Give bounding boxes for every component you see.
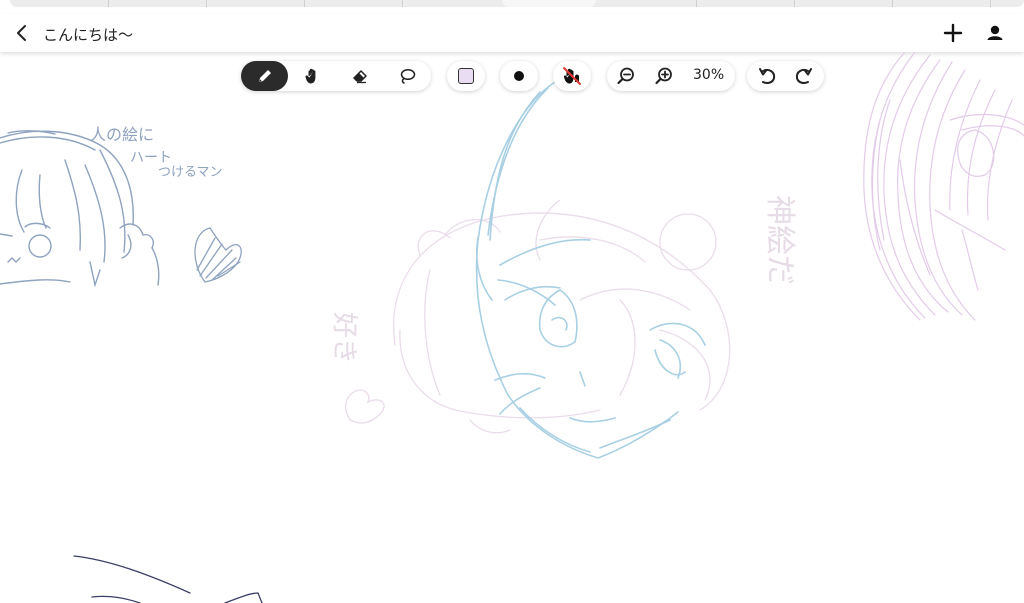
color-swatch xyxy=(458,68,474,84)
active-tab[interactable] xyxy=(502,0,596,7)
zoom-in-button[interactable] xyxy=(647,61,681,91)
tool-group xyxy=(241,61,431,91)
tab-separator xyxy=(206,0,207,7)
blue-face-sketch xyxy=(475,81,706,459)
pink-text-right: 神絵だ xyxy=(762,195,797,285)
tab-separator xyxy=(794,0,795,7)
redo-icon xyxy=(795,68,812,84)
browser-tab-strip xyxy=(0,0,1024,12)
history-group xyxy=(747,61,824,91)
tab-separator xyxy=(108,0,109,7)
redo-button[interactable] xyxy=(786,61,822,91)
note-line2: ハート xyxy=(130,150,172,166)
note-line3: つけるマン xyxy=(158,165,222,180)
hand-off-icon xyxy=(563,67,581,85)
tab-separator xyxy=(402,0,403,7)
add-button[interactable] xyxy=(941,21,965,45)
lasso-tool-button[interactable] xyxy=(383,61,430,91)
tab-separator xyxy=(304,0,305,7)
brush-size-button[interactable] xyxy=(500,61,538,91)
lavender-hair-sketch xyxy=(863,52,1024,321)
eraser-icon xyxy=(352,70,367,84)
undo-button[interactable] xyxy=(749,61,785,91)
note-line1: 人の絵に xyxy=(90,125,154,144)
plus-icon xyxy=(943,23,963,43)
palm-rejection-group xyxy=(553,61,591,91)
tab-separator xyxy=(696,0,697,7)
color-picker-group xyxy=(447,61,485,91)
app-header: こんにちは〜 xyxy=(0,14,1024,52)
person-icon xyxy=(987,25,1003,40)
brush-size-group xyxy=(500,61,538,91)
palm-rejection-button[interactable] xyxy=(553,61,591,91)
drawing-canvas[interactable]: 人の絵に ハート つけるマン 好き 神絵だ xyxy=(0,52,1024,603)
hand-tool-button[interactable] xyxy=(289,61,336,91)
zoom-in-icon xyxy=(655,67,672,85)
chevron-left-icon xyxy=(17,25,26,41)
tab-separator xyxy=(990,0,991,7)
user-button[interactable] xyxy=(985,23,1005,43)
page-title: こんにちは〜 xyxy=(43,26,134,44)
dot-icon xyxy=(514,71,524,81)
pink-text-left: 好き xyxy=(329,312,359,364)
tab-separator xyxy=(892,0,893,7)
zoom-out-icon xyxy=(617,67,634,85)
eraser-tool-button[interactable] xyxy=(336,61,383,91)
left-text: 好き xyxy=(329,312,359,364)
slate-heart xyxy=(194,227,242,283)
hand-icon xyxy=(304,68,315,84)
pen-icon xyxy=(258,70,271,82)
color-picker-button[interactable] xyxy=(447,61,485,91)
right-text: 神絵だ xyxy=(762,195,797,285)
back-button[interactable] xyxy=(12,23,32,43)
zoom-group: 30% xyxy=(607,61,735,91)
canvas-strokes: 人の絵に ハート つけるマン 好き 神絵だ xyxy=(0,52,1024,603)
zoom-out-button[interactable] xyxy=(609,61,643,91)
zoom-level: 30% xyxy=(693,67,725,83)
pink-sketch xyxy=(344,199,731,434)
pen-tool-button[interactable] xyxy=(241,61,288,91)
navy-sketch xyxy=(73,555,263,603)
lasso-icon xyxy=(400,68,415,84)
undo-icon xyxy=(759,68,776,84)
